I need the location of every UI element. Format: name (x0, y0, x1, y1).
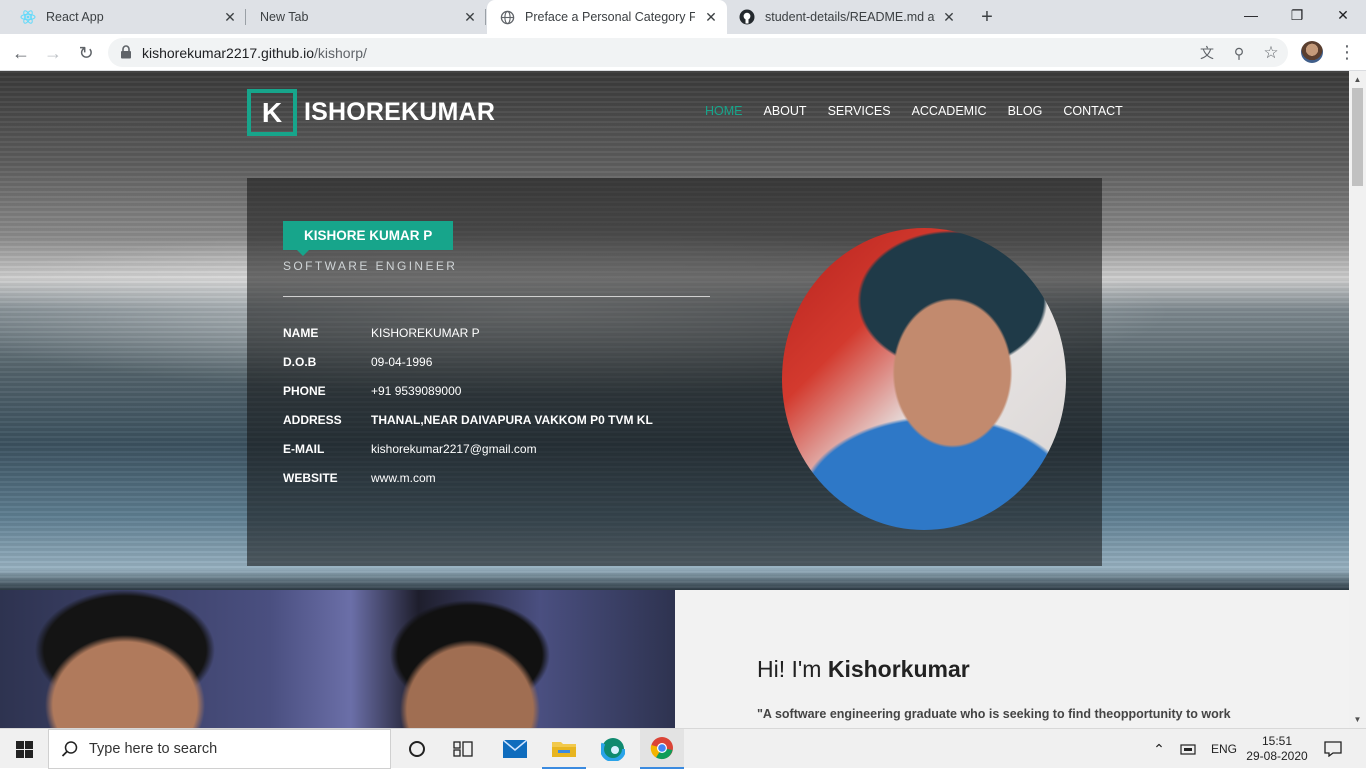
site-logo[interactable]: K ISHOREKUMAR (247, 89, 495, 136)
detail-label: NAME (283, 325, 319, 340)
globe-icon (499, 9, 515, 25)
search-placeholder: Type here to search (89, 741, 218, 757)
mail-icon[interactable] (493, 729, 537, 769)
nav-home[interactable]: HOME (705, 104, 743, 118)
scroll-up-icon[interactable]: ▲ (1349, 71, 1366, 88)
chrome-icon[interactable] (640, 729, 684, 769)
react-icon (20, 9, 36, 25)
about-section: Hi! I'm Kishorkumar "A software engineer… (675, 590, 1349, 728)
scrollbar-thumb[interactable] (1352, 88, 1363, 186)
detail-value: THANAL,NEAR DAIVAPURA VAKKOM P0 TVM KL (371, 412, 653, 427)
detail-label: ADDRESS (283, 412, 342, 427)
close-tab-icon[interactable]: ✕ (222, 9, 238, 25)
tab-new-tab[interactable]: New Tab ✕ (248, 0, 486, 34)
detail-value: 09-04-1996 (371, 354, 433, 369)
detail-label: PHONE (283, 383, 326, 398)
file-explorer-icon[interactable] (542, 729, 586, 769)
lock-icon (120, 45, 134, 59)
clock-date: 29-08-2020 (1246, 749, 1308, 763)
clock[interactable]: 15:51 29-08-2020 (1245, 729, 1309, 769)
close-tab-icon[interactable]: ✕ (462, 9, 478, 25)
tab-github[interactable]: student-details/README.md at m ✕ (727, 0, 965, 34)
detail-row-website: WEBSITE www.m.com (283, 463, 653, 492)
detail-value[interactable]: www.m.com (371, 471, 436, 485)
notification-icon[interactable] (1318, 729, 1348, 769)
detail-value: KISHOREKUMAR P (371, 325, 480, 340)
clock-time: 15:51 (1261, 734, 1293, 748)
bookmark-star-icon[interactable]: ☆ (1262, 44, 1280, 62)
tab-title: React App (46, 10, 104, 24)
name-badge: KISHORE KUMAR P (283, 221, 454, 256)
reload-icon[interactable]: ↻ (73, 40, 99, 66)
scroll-down-icon[interactable]: ▼ (1349, 711, 1366, 728)
language-indicator[interactable]: ENG (1206, 729, 1242, 769)
logo-text: ISHOREKUMAR (304, 98, 496, 126)
close-tab-icon[interactable]: ✕ (703, 9, 719, 25)
about-quote: "A software engineering graduate who is … (757, 707, 1231, 721)
hero-section: K ISHOREKUMAR HOME ABOUT SERVICES ACCADE… (0, 71, 1349, 590)
search-icon (61, 740, 79, 763)
nav-blog[interactable]: BLOG (1008, 104, 1043, 118)
url-text: kishorekumar2217.github.io/kishorp/ (142, 45, 367, 61)
nav-contact[interactable]: CONTACT (1063, 104, 1123, 118)
url-path: /kishorp/ (314, 45, 367, 61)
tab-preface[interactable]: Preface a Personal Category Flat ✕ (487, 0, 727, 34)
profile-photo (782, 228, 1066, 530)
detail-label: D.O.B (283, 354, 317, 369)
close-window-icon[interactable]: ✕ (1320, 0, 1366, 30)
detail-row-name: NAME KISHOREKUMAR P (283, 318, 653, 347)
detail-row-phone: PHONE +91 9539089000 (283, 376, 653, 405)
new-tab-button[interactable]: + (975, 5, 999, 29)
edge-icon[interactable] (591, 729, 635, 769)
nav-about[interactable]: ABOUT (764, 104, 807, 118)
page-viewport: K ISHOREKUMAR HOME ABOUT SERVICES ACCADE… (0, 71, 1349, 728)
taskbar-search[interactable]: Type here to search (48, 729, 391, 769)
taskbar: Type here to search ⌃ ENG 15:51 29-08-20… (0, 728, 1366, 769)
zoom-icon[interactable]: ⚲ (1230, 44, 1248, 62)
about-name: Kishorkumar (827, 656, 970, 682)
greeting-text: Hi! I'm (757, 656, 822, 682)
role-title: SOFTWARE ENGINEER (283, 259, 458, 273)
vertical-scrollbar[interactable]: ▲ ▼ (1349, 71, 1366, 728)
detail-row-email: E-MAIL kishorekumar2217@gmail.com (283, 434, 653, 463)
network-icon[interactable] (1176, 729, 1200, 769)
cortana-icon[interactable] (397, 729, 437, 769)
about-photo (0, 590, 675, 728)
detail-value[interactable]: kishorekumar2217@gmail.com (371, 442, 537, 456)
translate-icon[interactable]: 文 (1198, 44, 1216, 62)
browser-menu-icon[interactable]: ⋮ (1338, 40, 1356, 64)
github-icon (739, 9, 755, 25)
restore-icon[interactable]: ❐ (1274, 0, 1320, 30)
detail-label: WEBSITE (283, 470, 338, 485)
url-host: kishorekumar2217.github.io (142, 45, 314, 61)
tab-title: student-details/README.md at m (765, 10, 935, 24)
profile-card: KISHORE KUMAR P SOFTWARE ENGINEER NAME K… (247, 178, 1102, 566)
detail-row-dob: D.O.B 09-04-1996 (283, 347, 653, 376)
detail-label: E-MAIL (283, 441, 325, 456)
forward-icon[interactable]: → (40, 40, 66, 66)
back-icon[interactable]: ← (8, 40, 34, 66)
windows-start-icon[interactable] (0, 729, 48, 769)
close-tab-icon[interactable]: ✕ (941, 9, 957, 25)
about-heading: Hi! I'm Kishorkumar (757, 656, 970, 683)
address-bar[interactable]: kishorekumar2217.github.io/kishorp/ 文 ⚲ … (108, 38, 1288, 67)
detail-row-address: ADDRESS THANAL,NEAR DAIVAPURA VAKKOM P0 … (283, 405, 653, 434)
browser-toolbar: ← → ↻ kishorekumar2217.github.io/kishorp… (0, 34, 1366, 71)
divider (283, 296, 710, 297)
task-view-icon[interactable] (443, 729, 483, 769)
logo-mark: K (247, 89, 297, 136)
tab-title: Preface a Personal Category Flat (525, 10, 695, 24)
tray-expand-icon[interactable]: ⌃ (1148, 729, 1170, 769)
profile-avatar[interactable] (1301, 41, 1323, 63)
tab-title: New Tab (260, 10, 309, 24)
minimize-icon[interactable]: — (1228, 0, 1274, 30)
tab-react-app[interactable]: React App ✕ (8, 0, 246, 34)
browser-tab-strip: React App ✕ New Tab ✕ Preface a Personal… (0, 0, 1366, 34)
main-nav: HOME ABOUT SERVICES ACCADEMIC BLOG CONTA… (705, 104, 1144, 118)
profile-details: NAME KISHOREKUMAR P D.O.B 09-04-1996 PHO… (283, 318, 653, 492)
nav-services[interactable]: SERVICES (828, 104, 891, 118)
nav-accademic[interactable]: ACCADEMIC (912, 104, 987, 118)
detail-value: +91 9539089000 (371, 383, 462, 398)
